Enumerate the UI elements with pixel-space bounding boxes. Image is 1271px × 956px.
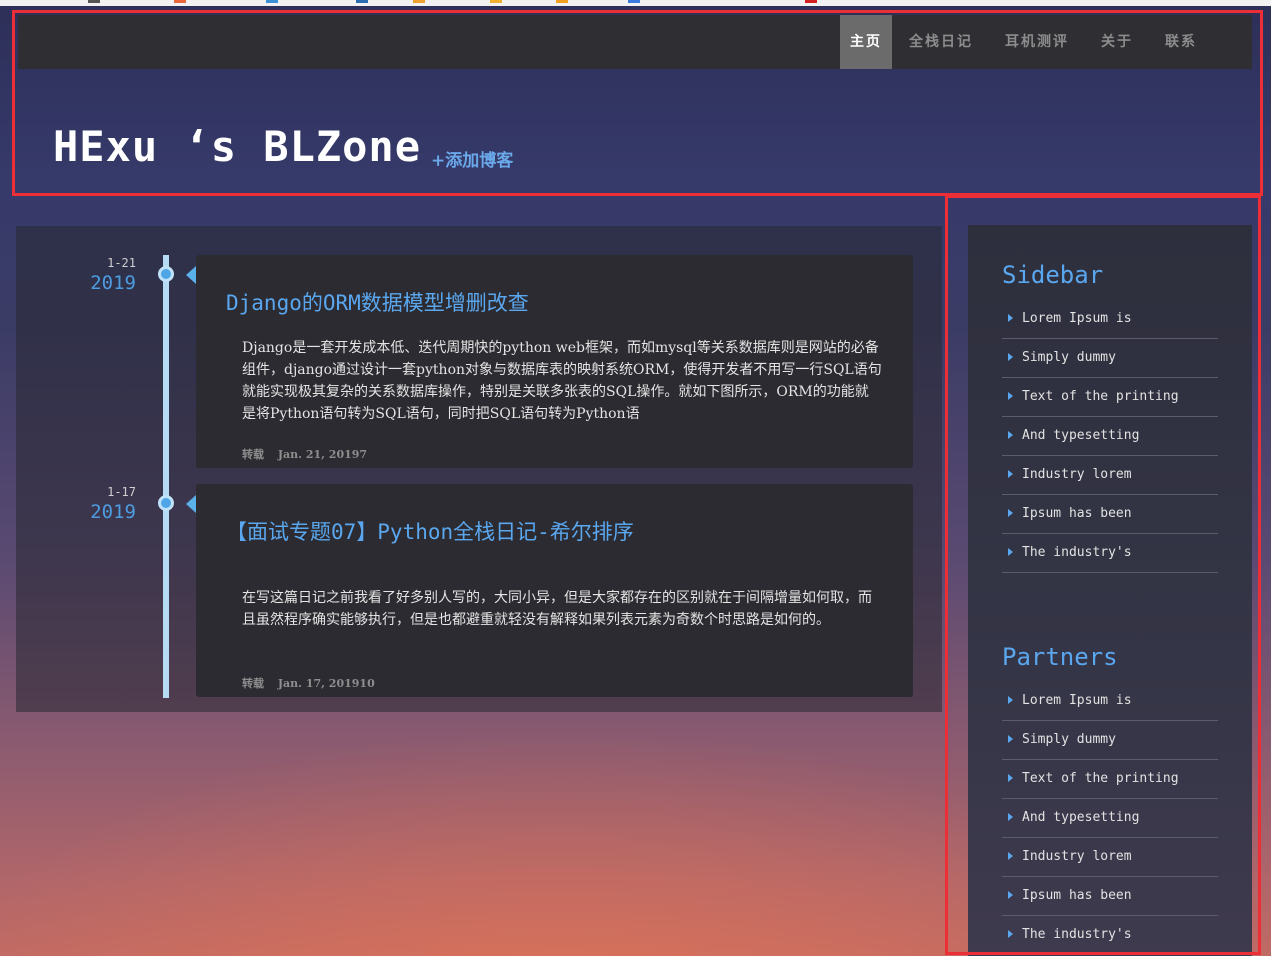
card-pointer [186, 495, 196, 513]
timeline-dot [158, 266, 174, 282]
sidebar-list: Lorem Ipsum is Simply dummy Text of the … [1002, 300, 1218, 573]
partners-list: Lorem Ipsum is Simply dummy Text of the … [1002, 682, 1218, 955]
partner-link[interactable]: Industry lorem [1002, 838, 1218, 877]
browser-bookmark-strip [0, 0, 1271, 6]
bookmark-icon[interactable] [556, 0, 568, 3]
partner-link[interactable]: The industry's [1002, 916, 1218, 955]
triangle-bullet-icon [1008, 696, 1013, 704]
sidebar: Sidebar Lorem Ipsum is Simply dummy Text… [968, 225, 1252, 956]
bookmark-icon[interactable] [490, 0, 502, 3]
bookmark-icon[interactable] [266, 0, 278, 3]
sidebar-link[interactable]: Industry lorem [1002, 456, 1218, 495]
post-meta: 转载 Jan. 17, 201910 [242, 675, 375, 691]
triangle-bullet-icon [1008, 735, 1013, 743]
bookmark-icon[interactable] [174, 0, 186, 3]
nav-item-about[interactable]: 关于 [1086, 15, 1148, 69]
post-date: Jan. 21, 20197 [277, 448, 368, 461]
nav-menu: 主页 全栈日记 耳机测评 关于 联系 [840, 15, 1212, 69]
triangle-bullet-icon [1008, 548, 1013, 556]
site-title[interactable]: HExu ‘s BLZone [53, 122, 421, 171]
bookmark-icon[interactable] [805, 0, 817, 3]
post-date-year: 2019 [90, 501, 136, 523]
nav-item-contact[interactable]: 联系 [1150, 15, 1212, 69]
timeline-dot [158, 495, 174, 511]
bookmark-icon[interactable] [413, 0, 425, 3]
timeline-line [163, 255, 169, 698]
post-excerpt: Django是一套开发成本低、迭代周期快的python web框架，而如mysq… [242, 340, 882, 422]
post-card: Django的ORM数据模型增删改查 Django是一套开发成本低、迭代周期快的… [196, 255, 913, 468]
partner-link[interactable]: Text of the printing [1002, 760, 1218, 799]
partner-link[interactable]: Ipsum has been [1002, 877, 1218, 916]
sidebar-link[interactable]: And typesetting [1002, 417, 1218, 456]
post-title-link[interactable]: Django的ORM数据模型增删改查 [226, 287, 529, 317]
post-date-year: 2019 [90, 272, 136, 294]
post-date-month-day: 1-21 [107, 256, 136, 270]
sidebar-link[interactable]: Ipsum has been [1002, 495, 1218, 534]
post-tag[interactable]: 转载 [242, 448, 264, 461]
sidebar-heading: Sidebar [1002, 261, 1104, 289]
card-pointer [186, 266, 196, 284]
triangle-bullet-icon [1008, 774, 1013, 782]
post-date: Jan. 17, 201910 [277, 677, 375, 690]
partner-link[interactable]: Lorem Ipsum is [1002, 682, 1218, 721]
sidebar-link[interactable]: The industry's [1002, 534, 1218, 573]
partners-heading: Partners [1002, 643, 1118, 671]
add-blog-link[interactable]: +添加博客 [431, 146, 513, 171]
post-excerpt: 在写这篇日记之前我看了好多别人写的，大同小异，但是大家都存在的区别就在于间隔增量… [242, 590, 872, 628]
post-meta: 转载 Jan. 21, 20197 [242, 446, 367, 462]
nav-item-headphone-review[interactable]: 耳机测评 [990, 15, 1084, 69]
triangle-bullet-icon [1008, 509, 1013, 517]
post-title-link[interactable]: 【面试专题07】Python全栈日记-希尔排序 [226, 516, 634, 546]
triangle-bullet-icon [1008, 314, 1013, 322]
triangle-bullet-icon [1008, 891, 1013, 899]
nav-item-fullstack-diary[interactable]: 全栈日记 [894, 15, 988, 69]
nav-item-home[interactable]: 主页 [840, 15, 892, 69]
sidebar-link[interactable]: Simply dummy [1002, 339, 1218, 378]
bookmark-icon[interactable] [628, 0, 640, 3]
triangle-bullet-icon [1008, 470, 1013, 478]
sidebar-link[interactable]: Text of the printing [1002, 378, 1218, 417]
bookmark-icon[interactable] [88, 0, 100, 3]
triangle-bullet-icon [1008, 930, 1013, 938]
triangle-bullet-icon [1008, 392, 1013, 400]
top-nav-bar: 主页 全栈日记 耳机测评 关于 联系 [18, 15, 1252, 69]
post-tag[interactable]: 转载 [242, 677, 264, 690]
triangle-bullet-icon [1008, 813, 1013, 821]
bookmark-icon[interactable] [356, 0, 368, 3]
post-date-month-day: 1-17 [107, 485, 136, 499]
partner-link[interactable]: And typesetting [1002, 799, 1218, 838]
partner-link[interactable]: Simply dummy [1002, 721, 1218, 760]
triangle-bullet-icon [1008, 431, 1013, 439]
sidebar-link[interactable]: Lorem Ipsum is [1002, 300, 1218, 339]
post-card: 【面试专题07】Python全栈日记-希尔排序 在写这篇日记之前我看了好多别人写… [196, 484, 913, 697]
triangle-bullet-icon [1008, 353, 1013, 361]
triangle-bullet-icon [1008, 852, 1013, 860]
